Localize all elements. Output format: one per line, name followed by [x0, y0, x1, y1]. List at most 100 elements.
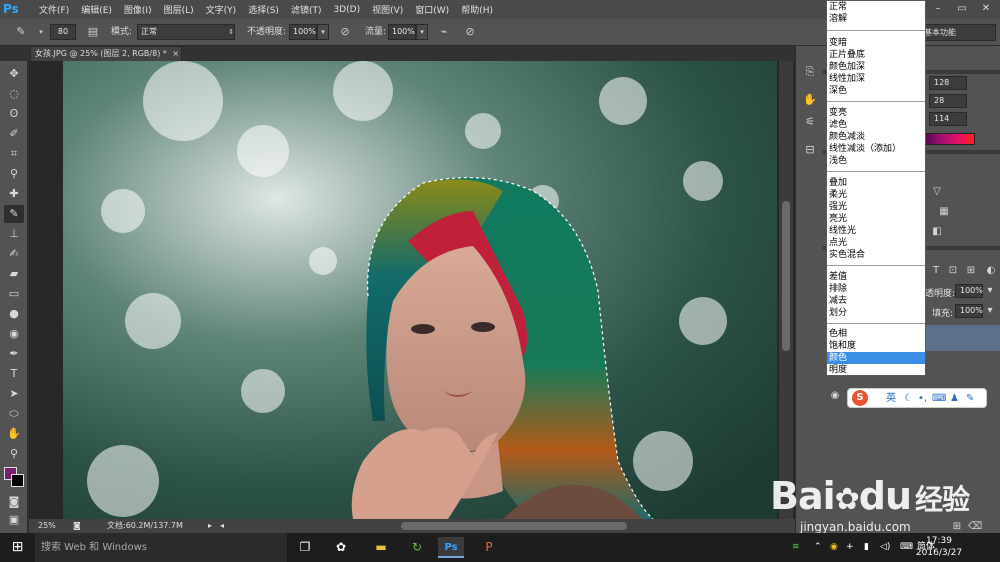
- type-tool-icon[interactable]: T: [4, 365, 24, 383]
- blend-lighter-color[interactable]: 浅色: [827, 155, 925, 167]
- brush-presets-panel-icon[interactable]: ⊟: [802, 142, 818, 158]
- layer-opacity-input[interactable]: 100%: [955, 284, 983, 298]
- brush-panel-toggle-icon[interactable]: ▤: [85, 24, 101, 40]
- adjustment-mask-icon[interactable]: ◧: [930, 225, 944, 239]
- chevron-down-icon[interactable]: ▾: [983, 304, 997, 318]
- blend-mode-dropdown[interactable]: 正常 溶解 变暗 正片叠底 颜色加深 线性加深 深色 变亮 滤色 颜色减淡 线性…: [826, 0, 926, 376]
- file-explorer-icon[interactable]: ▬: [368, 537, 394, 558]
- blend-linear-light[interactable]: 线性光: [827, 225, 925, 237]
- lasso-tool-icon[interactable]: ʘ: [4, 105, 24, 123]
- blend-difference[interactable]: 差值: [827, 271, 925, 283]
- move-tool-icon[interactable]: ✥: [4, 65, 24, 83]
- task-view-icon[interactable]: ❐: [292, 537, 318, 558]
- history-brush-tool-icon[interactable]: ✍: [4, 245, 24, 263]
- presentation-app-icon[interactable]: P: [476, 537, 502, 558]
- menu-type[interactable]: 文字(Y): [200, 3, 243, 16]
- elliptical-marquee-tool-icon[interactable]: ◌: [4, 85, 24, 103]
- vertical-scroll-thumb[interactable]: [782, 201, 790, 351]
- background-color-swatch[interactable]: [11, 474, 24, 487]
- minimize-button[interactable]: –: [926, 0, 950, 17]
- hand-tool-icon[interactable]: ✋: [4, 425, 24, 443]
- blend-darken[interactable]: 变暗: [827, 37, 925, 49]
- blend-screen[interactable]: 滤色: [827, 119, 925, 131]
- pinwheel-app-icon[interactable]: ✿: [328, 537, 354, 558]
- pressure-opacity-icon[interactable]: ⊘: [337, 24, 353, 40]
- tab-close-icon[interactable]: ×: [172, 49, 179, 58]
- blend-linear-dodge[interactable]: 线性减淡（添加）: [827, 143, 925, 155]
- filter-type-icon[interactable]: T: [929, 264, 943, 278]
- horizontal-scroll-thumb[interactable]: [401, 522, 627, 530]
- status-export-icon[interactable]: ◙: [73, 519, 81, 533]
- blend-saturation[interactable]: 饱和度: [827, 340, 925, 352]
- pressure-size-icon[interactable]: ⊘: [462, 24, 478, 40]
- wifi-icon[interactable]: ≋: [792, 533, 800, 562]
- menu-edit[interactable]: 编辑(E): [75, 3, 118, 16]
- blend-soft-light[interactable]: 柔光: [827, 189, 925, 201]
- blend-vivid-light[interactable]: 亮光: [827, 213, 925, 225]
- path-selection-tool-icon[interactable]: ➤: [4, 385, 24, 403]
- blend-lighten[interactable]: 变亮: [827, 107, 925, 119]
- pen-tool-icon[interactable]: ✒: [4, 345, 24, 363]
- selected-layer-row[interactable]: [923, 325, 1000, 351]
- blend-darker-color[interactable]: 深色: [827, 85, 925, 97]
- quick-mask-icon[interactable]: ◙: [4, 493, 24, 511]
- tray-app-icon[interactable]: ◉: [830, 533, 838, 562]
- airbrush-icon[interactable]: ⌁: [436, 24, 452, 40]
- quick-selection-tool-icon[interactable]: ✐: [4, 125, 24, 143]
- mode-select[interactable]: 正常: [137, 24, 235, 40]
- blend-pin-light[interactable]: 点光: [827, 237, 925, 249]
- blend-luminosity[interactable]: 明度: [827, 364, 925, 376]
- scroll-left-arrow-icon[interactable]: ◂: [220, 519, 224, 533]
- blend-multiply[interactable]: 正片叠底: [827, 49, 925, 61]
- blend-color[interactable]: 颜色: [827, 352, 925, 364]
- adjustment-levels-icon[interactable]: ▽: [930, 185, 944, 199]
- history-panel-icon[interactable]: ⎘: [802, 64, 818, 80]
- refresh-app-icon[interactable]: ↻: [404, 537, 430, 558]
- zoom-tool-icon[interactable]: ⚲: [4, 445, 24, 463]
- color-value-1[interactable]: 128: [929, 76, 967, 90]
- flow-input[interactable]: 100%: [388, 24, 416, 40]
- volume-icon[interactable]: ◁): [880, 533, 890, 562]
- chevron-down-icon[interactable]: ▾: [33, 24, 49, 40]
- color-value-3[interactable]: 114: [929, 112, 967, 126]
- punctuation-icon[interactable]: •,: [918, 391, 927, 407]
- menu-image[interactable]: 图像(I): [118, 3, 158, 16]
- menu-filter[interactable]: 滤镜(T): [285, 3, 328, 16]
- eraser-tool-icon[interactable]: ▰: [4, 265, 24, 283]
- crop-tool-icon[interactable]: ⌗: [4, 145, 24, 163]
- tray-add-icon[interactable]: +: [846, 533, 854, 562]
- adjustment-grid-icon[interactable]: ▦: [937, 205, 951, 219]
- brush-tool-preset-icon[interactable]: ✎: [13, 24, 29, 40]
- workspace-switcher[interactable]: 基本功能: [920, 24, 996, 41]
- blend-dissolve[interactable]: 溶解: [827, 13, 925, 25]
- blur-tool-icon[interactable]: ●: [4, 305, 24, 323]
- filter-toggle-icon[interactable]: ◐: [984, 264, 998, 278]
- mode-dropdown-icon[interactable]: ⇕: [223, 24, 239, 40]
- actions-panel-icon[interactable]: ✋: [802, 92, 818, 108]
- blend-divide[interactable]: 划分: [827, 307, 925, 319]
- menu-select[interactable]: 选择(S): [242, 3, 285, 16]
- blend-color-burn[interactable]: 颜色加深: [827, 61, 925, 73]
- document-tab[interactable]: 女孩.JPG @ 25% (图层 2, RGB/8) * ×: [30, 46, 182, 61]
- menu-3d[interactable]: 3D(D): [327, 5, 366, 15]
- healing-brush-tool-icon[interactable]: ✚: [4, 185, 24, 203]
- ellipse-tool-icon[interactable]: ⬭: [4, 405, 24, 423]
- menu-view[interactable]: 视图(V): [366, 3, 409, 16]
- menu-layer[interactable]: 图层(L): [158, 3, 200, 16]
- status-menu-arrow-icon[interactable]: ▸: [208, 519, 212, 533]
- adjustments-panel-icon[interactable]: ⚟: [802, 114, 818, 130]
- blend-hard-mix[interactable]: 实色混合: [827, 249, 925, 261]
- brush-tool-icon[interactable]: ✎: [4, 205, 24, 223]
- photoshop-taskbar-icon[interactable]: Ps: [438, 537, 464, 558]
- zoom-level[interactable]: 25%: [38, 519, 56, 533]
- color-value-2[interactable]: 28: [929, 94, 967, 108]
- eyedropper-tool-icon[interactable]: ⚲: [4, 165, 24, 183]
- ime-language-toggle[interactable]: 英: [886, 391, 896, 407]
- brush-size-picker[interactable]: 80: [50, 24, 76, 40]
- blend-linear-burn[interactable]: 线性加深: [827, 73, 925, 85]
- blend-overlay[interactable]: 叠加: [827, 177, 925, 189]
- blend-hard-light[interactable]: 强光: [827, 201, 925, 213]
- filter-smart-icon[interactable]: ⊞: [964, 264, 978, 278]
- screen-mode-icon[interactable]: ▣: [4, 511, 24, 529]
- clone-stamp-tool-icon[interactable]: ⊥: [4, 225, 24, 243]
